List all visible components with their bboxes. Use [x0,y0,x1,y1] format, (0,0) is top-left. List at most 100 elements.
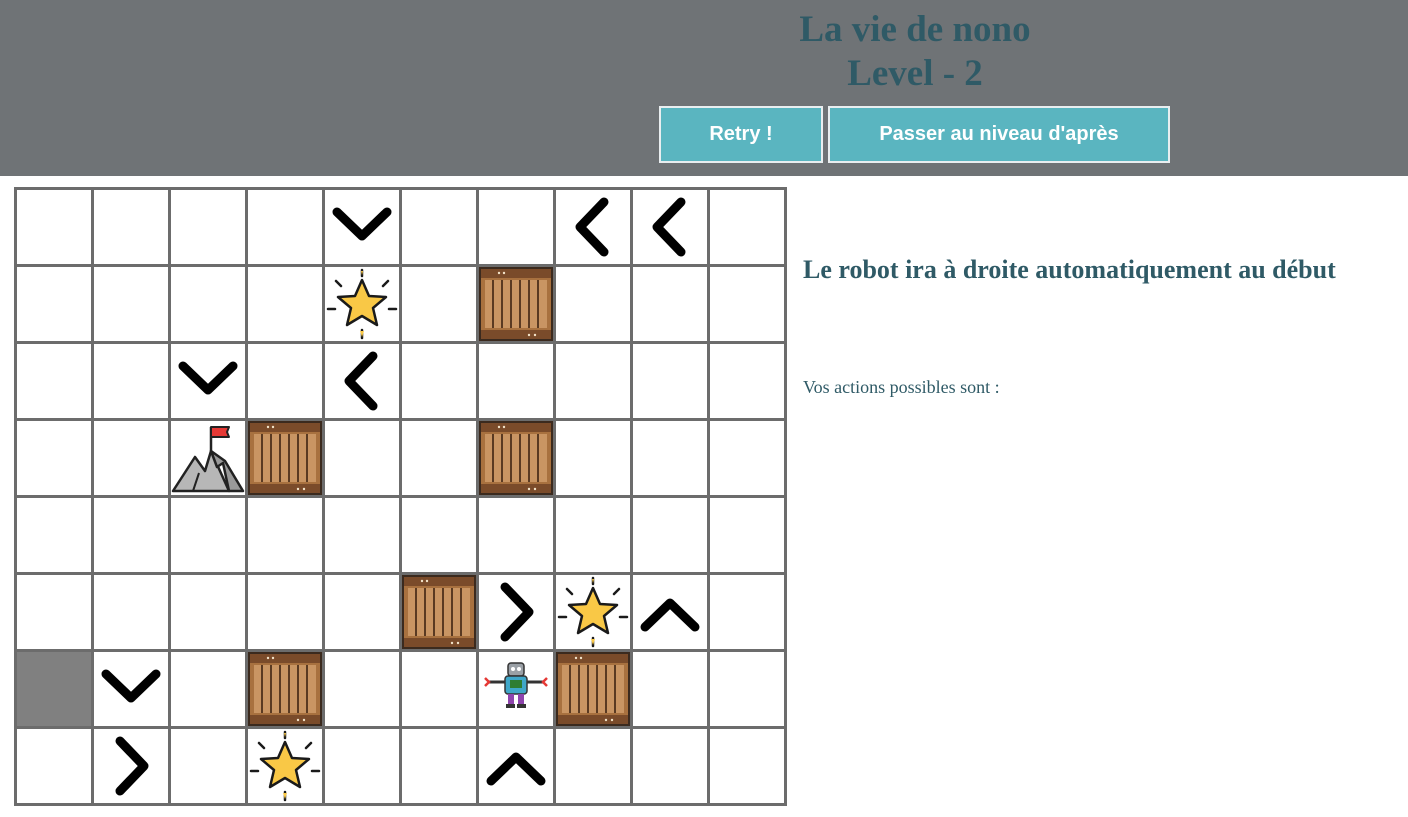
board-cell[interactable] [325,498,399,572]
board-cell[interactable] [17,575,91,649]
board-cell-arrow-left[interactable] [633,190,707,264]
board-cell[interactable] [633,344,707,418]
board-cell[interactable] [94,575,168,649]
header-bar: La vie de nono Level - 2 Retry ! Passer … [0,0,1408,176]
board-cell[interactable] [710,575,784,649]
crate-icon [248,652,322,726]
star-icon [249,730,321,802]
board-cell[interactable] [17,498,91,572]
board-cell[interactable] [325,652,399,726]
board-cell-star[interactable] [248,729,322,803]
board-cell[interactable] [325,575,399,649]
board-cell[interactable] [94,344,168,418]
board-cell-arrow-left[interactable] [556,190,630,264]
board-cell-arrow-down[interactable] [171,344,245,418]
board-cell-goal-flag[interactable] [171,421,245,495]
board-cell[interactable] [325,729,399,803]
board-cell[interactable] [402,729,476,803]
board-cell[interactable] [710,729,784,803]
board-cell-arrow-right[interactable] [94,729,168,803]
board-cell[interactable] [17,344,91,418]
board-cell[interactable] [402,498,476,572]
board-cell[interactable] [479,190,553,264]
level-title: Level - 2 [847,53,983,94]
board-cell-arrow-left[interactable] [325,344,399,418]
board-cell[interactable] [556,729,630,803]
board-cell[interactable] [17,421,91,495]
board-cell[interactable] [710,498,784,572]
board-cell[interactable] [633,267,707,341]
board-cell[interactable] [633,652,707,726]
star-icon [557,576,629,648]
board-cell[interactable] [17,729,91,803]
board-cell[interactable] [171,267,245,341]
board-cell-arrow-right[interactable] [479,575,553,649]
actions-label: Vos actions possibles sont : [803,377,1000,397]
board-cell[interactable] [633,729,707,803]
board-cell-arrow-up[interactable] [633,575,707,649]
board-cell[interactable] [710,190,784,264]
board-cell[interactable] [710,421,784,495]
arrow-left-icon [575,197,609,257]
board-cell-arrow-down[interactable] [325,190,399,264]
crate-icon [402,575,476,649]
board-cell[interactable] [402,267,476,341]
board-cell[interactable] [17,190,91,264]
board-cell[interactable] [479,344,553,418]
board-cell[interactable] [94,267,168,341]
board-cell-arrow-down[interactable] [94,652,168,726]
board-cell[interactable] [556,498,630,572]
board-cell-star[interactable] [556,575,630,649]
board-cell[interactable] [171,575,245,649]
crate-icon [479,267,553,341]
board-cell-arrow-up[interactable] [479,729,553,803]
board-cell[interactable] [248,498,322,572]
board-cell-crate[interactable] [556,652,630,726]
board-cell-star[interactable] [325,267,399,341]
board-cell[interactable] [171,498,245,572]
board-cell[interactable] [633,498,707,572]
board-cell[interactable] [402,652,476,726]
board-cell-wall[interactable] [17,652,91,726]
board-cell[interactable] [94,190,168,264]
arrow-right-icon [115,736,149,796]
board-cell[interactable] [248,190,322,264]
arrow-up-icon [640,598,700,632]
board-cell-crate[interactable] [479,267,553,341]
board-cell[interactable] [556,344,630,418]
star-icon [326,268,398,340]
retry-button[interactable]: Retry ! [659,106,823,163]
board-cell[interactable] [94,421,168,495]
board-cell[interactable] [171,190,245,264]
board-cell[interactable] [325,421,399,495]
board-cell-crate[interactable] [248,421,322,495]
board-cell[interactable] [710,267,784,341]
hint-text: Le robot ira à droite automatiquement au… [803,255,1336,284]
arrow-up-icon [486,752,546,786]
board-cell[interactable] [710,344,784,418]
board-cell-crate[interactable] [479,421,553,495]
board-cell[interactable] [17,267,91,341]
next-level-button[interactable]: Passer au niveau d'après [828,106,1170,163]
board-cell[interactable] [556,267,630,341]
game-board [14,187,787,806]
board-cell[interactable] [402,421,476,495]
board-cell[interactable] [248,267,322,341]
board-cell[interactable] [94,498,168,572]
board-cell[interactable] [171,652,245,726]
board-cell-robot[interactable] [479,652,553,726]
board-cell-crate[interactable] [402,575,476,649]
crate-icon [556,652,630,726]
board-cell-crate[interactable] [248,652,322,726]
board-cell[interactable] [479,498,553,572]
board-cell[interactable] [633,421,707,495]
board-cell[interactable] [171,729,245,803]
arrow-down-icon [101,669,161,703]
board-cell[interactable] [556,421,630,495]
board-cell[interactable] [248,575,322,649]
goal-flag-icon [171,426,245,493]
board-cell[interactable] [402,344,476,418]
board-cell[interactable] [402,190,476,264]
board-cell[interactable] [710,652,784,726]
board-cell[interactable] [248,344,322,418]
